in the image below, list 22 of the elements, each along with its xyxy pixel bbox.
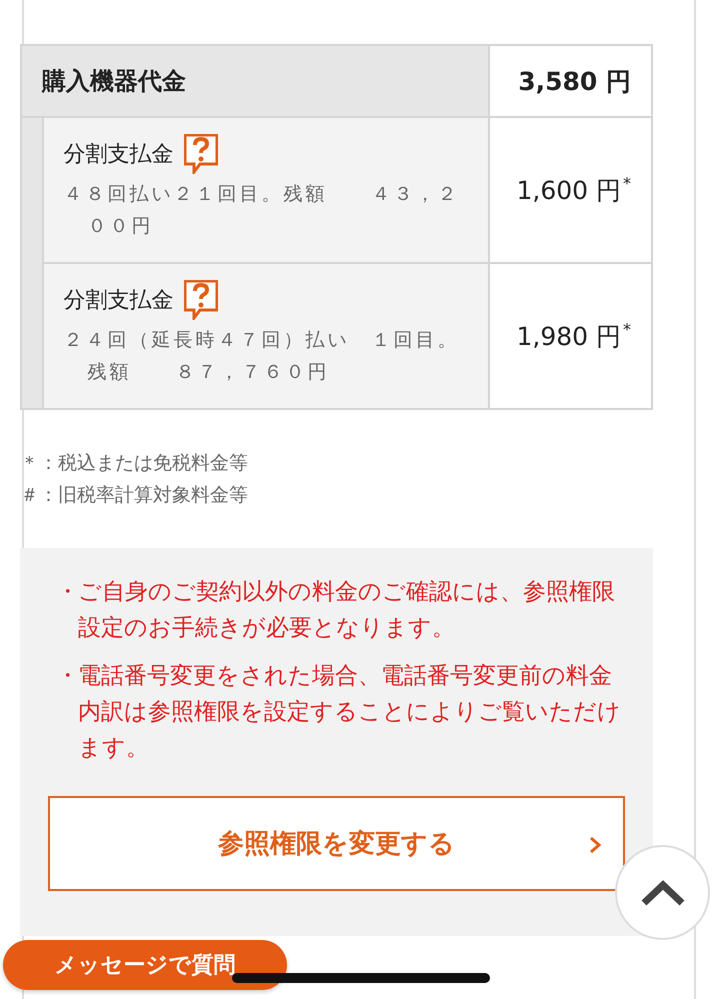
message-button[interactable]: メッセージで質問 <box>3 940 287 990</box>
amount: 3,580 円 <box>488 45 652 117</box>
amount: 1,980 円 <box>516 320 621 352</box>
item-label: 分割支払金 <box>64 141 174 169</box>
section-label: 購入機器代金 <box>21 45 489 117</box>
notice-text: 電話番号変更をされた場合、電話番号変更前の料金内訳は参照権限を設定することによりご覧いただけます。 <box>78 662 622 763</box>
item-detail: ２４回（延長時４７回）払い １回目。残額 ８７，７６０円 <box>64 328 461 385</box>
footnote-mark: * <box>623 320 631 338</box>
footnote: ＊：税込または免税料金等 <box>20 451 249 476</box>
up-chevron-icon <box>640 878 686 906</box>
footnote: ＃：旧税率計算対象料金等 <box>20 483 249 508</box>
bullet-mark: ・ <box>55 662 78 691</box>
item-label: 分割支払金 <box>64 287 174 315</box>
item-detail: ４８回払い２１回目。残額 ４３，２００円 <box>64 182 461 239</box>
bullet-mark: ・ <box>55 578 78 607</box>
chevron-icon <box>589 836 601 854</box>
amount: 1,600 円 <box>516 174 621 206</box>
footnote-mark: * <box>623 174 631 192</box>
help-icon[interactable] <box>184 134 218 174</box>
help-icon[interactable] <box>184 280 218 320</box>
change-permission-button[interactable]: 参照権限を変更する <box>48 796 625 891</box>
notice-text: ご自身のご契約以外の料金のご確認には、参照権限設定のお手続きが必要となります。 <box>78 578 616 643</box>
